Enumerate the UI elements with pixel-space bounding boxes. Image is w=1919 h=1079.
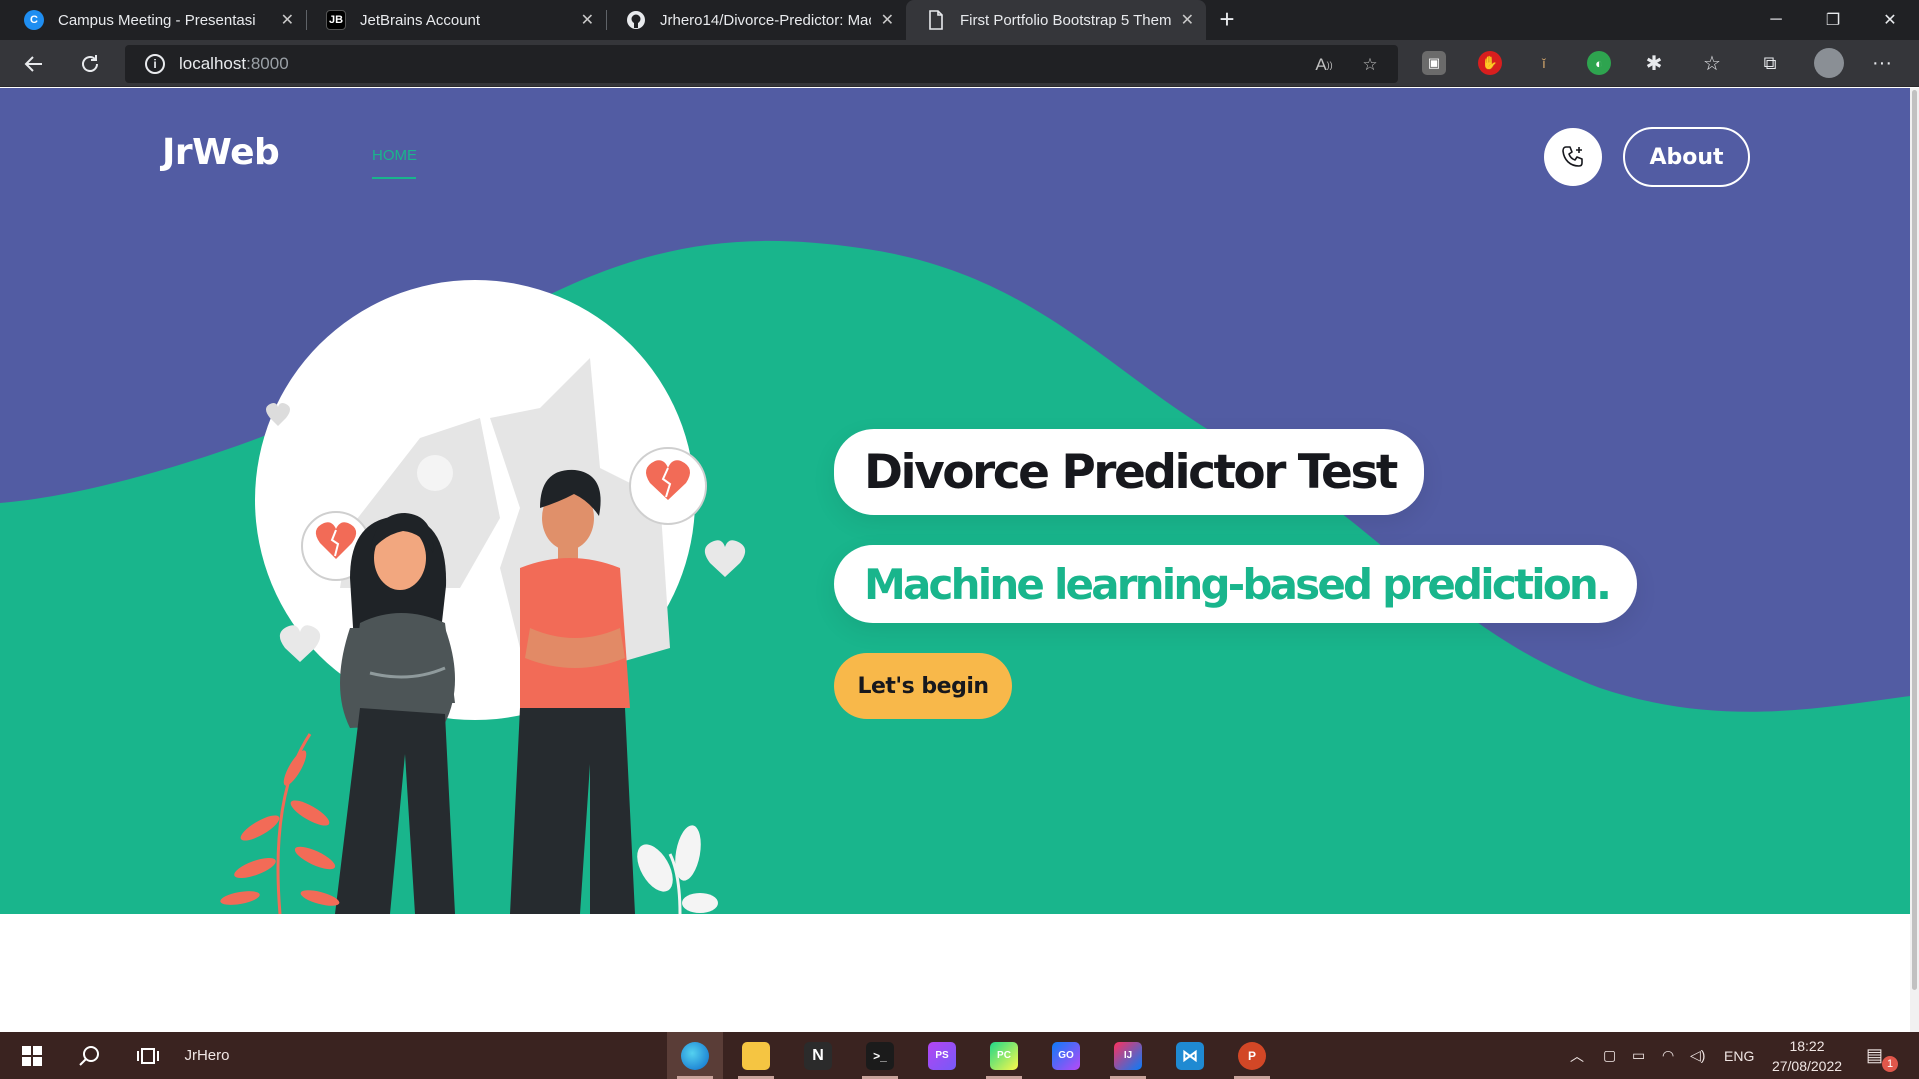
notification-center-icon[interactable]: ▤ 1 [1866,1032,1898,1079]
taskbar-notion[interactable]: N [790,1032,846,1079]
tab-github-divorce-predictor[interactable]: Jrhero14/Divorce-Predictor: Mac ✕ [606,0,906,40]
phone-icon [1562,146,1583,167]
close-window-button[interactable]: ✕ [1867,0,1913,40]
arrow-left-icon [24,56,42,72]
windows-icon [22,1045,42,1066]
search-label[interactable]: JrHero [182,1032,232,1079]
search-icon [79,1045,99,1066]
wifi-icon[interactable]: ◠ [1662,1032,1684,1079]
web-page: JrWeb HOME About Divorce Predictor Test … [0,88,1910,1032]
about-button[interactable]: About [1623,127,1750,187]
profile-avatar[interactable] [1814,48,1844,78]
reload-icon [82,55,98,72]
reload-button[interactable] [74,48,106,80]
ext-torch-icon[interactable]: ǐ [1532,51,1556,75]
extensions-icon[interactable]: ✱ [1642,51,1666,75]
pycharm-icon: PC [990,1041,1018,1070]
hero-subtitle: Machine learning-based prediction. [834,545,1638,623]
tab-strip: C Campus Meeting - Presentasi ✕ JB JetBr… [0,0,1919,40]
hero-title: Divorce Predictor Test [834,429,1424,515]
plant-right [637,825,718,914]
meet-now-icon[interactable]: ▢ [1603,1032,1625,1079]
read-aloud-icon[interactable]: A)) [1313,54,1335,76]
page-scrollbar[interactable] [1910,88,1919,1032]
github-icon [626,10,646,30]
battery-icon[interactable]: ▭ [1632,1032,1654,1079]
taskbar-terminal[interactable]: >_ [852,1032,908,1079]
system-clock[interactable]: 18:22 27/08/2022 [1764,1036,1850,1076]
scrollbar-thumb[interactable] [1912,90,1917,990]
nav-link-home[interactable]: HOME [372,147,417,164]
taskbar-file-explorer[interactable] [728,1032,784,1079]
hero-section: JrWeb HOME About Divorce Predictor Test … [0,88,1910,914]
notification-badge: 1 [1882,1056,1898,1072]
phone-button[interactable] [1544,128,1602,186]
add-favorite-icon[interactable]: ☆ [1359,54,1381,76]
new-tab-button[interactable]: + [1212,5,1242,35]
task-view-icon [137,1047,159,1064]
taskbar-intellij[interactable]: IJ [1100,1032,1156,1079]
broken-heart-icon [629,447,707,525]
taskbar-edge[interactable] [667,1032,723,1079]
plant-left [220,733,340,914]
start-button[interactable] [8,1032,56,1079]
lets-begin-button[interactable]: Let's begin [834,653,1012,719]
close-icon[interactable]: ✕ [281,10,294,30]
collections-icon[interactable]: ⧉ [1758,51,1782,75]
close-icon[interactable]: ✕ [1181,10,1194,30]
taskbar-vscode[interactable]: ⋈ [1162,1032,1218,1079]
url-text: localhost:8000 [179,54,289,73]
goland-icon: GO [1052,1041,1080,1070]
canva-icon: C [24,10,44,30]
close-icon[interactable]: ✕ [881,10,894,30]
minimize-button[interactable]: ─ [1753,0,1799,40]
tab-jetbrains[interactable]: JB JetBrains Account ✕ [306,0,606,40]
terminal-icon: >_ [866,1041,894,1070]
nav-active-indicator [372,177,416,179]
adblock-ext-icon[interactable]: ✋ [1478,51,1502,75]
page-icon [926,10,946,30]
language-indicator[interactable]: ENG [1724,1032,1758,1079]
divorce-couple-illustration [220,280,746,914]
collections-ext-icon[interactable]: ▣ [1422,51,1446,75]
edge-icon [681,1041,709,1070]
tray-overflow-icon[interactable]: ︿ [1570,1032,1592,1079]
intellij-icon: IJ [1114,1041,1142,1070]
site-info-icon[interactable]: i [145,54,165,74]
taskbar-powerpoint[interactable]: P [1224,1032,1280,1079]
ext-globe-icon[interactable]: ◐ [1587,51,1611,75]
woman-figure [335,513,455,914]
taskbar-goland[interactable]: GO [1038,1032,1094,1079]
clock-time: 18:22 [1789,1038,1825,1054]
windows-taskbar: JrHero N >_ PS PC GO IJ ⋈ P ︿ ▢ ▭ ◠ ◁) E… [0,1032,1919,1079]
more-menu-icon[interactable]: ··· [1870,51,1894,75]
file-explorer-icon [742,1041,770,1070]
restore-button[interactable]: ❐ [1810,0,1856,40]
powerpoint-icon: P [1238,1041,1266,1070]
address-bar[interactable]: i localhost:8000 A)) ☆ [125,45,1398,83]
task-view-button[interactable] [124,1032,172,1079]
notion-icon: N [804,1041,832,1070]
volume-icon[interactable]: ◁) [1690,1032,1712,1079]
vscode-icon: ⋈ [1176,1041,1204,1070]
phpstorm-icon: PS [928,1041,956,1070]
site-logo[interactable]: JrWeb [162,132,280,173]
taskbar-pycharm[interactable]: PC [976,1032,1032,1079]
jetbrains-icon: JB [326,10,346,30]
back-button[interactable] [18,48,50,80]
close-icon[interactable]: ✕ [581,10,594,30]
browser-toolbar: i localhost:8000 A)) ☆ ▣ ✋ ǐ ◐ ✱ ☆ ⧉ ··· [0,40,1919,87]
clock-date: 27/08/2022 [1771,1058,1843,1074]
tab-portfolio-active[interactable]: First Portfolio Bootstrap 5 Theme ✕ [906,0,1206,40]
search-button[interactable] [66,1032,114,1079]
taskbar-phpstorm[interactable]: PS [914,1032,970,1079]
tab-campus-meeting[interactable]: C Campus Meeting - Presentasi ✕ [4,0,306,40]
favorites-icon[interactable]: ☆ [1700,51,1724,75]
